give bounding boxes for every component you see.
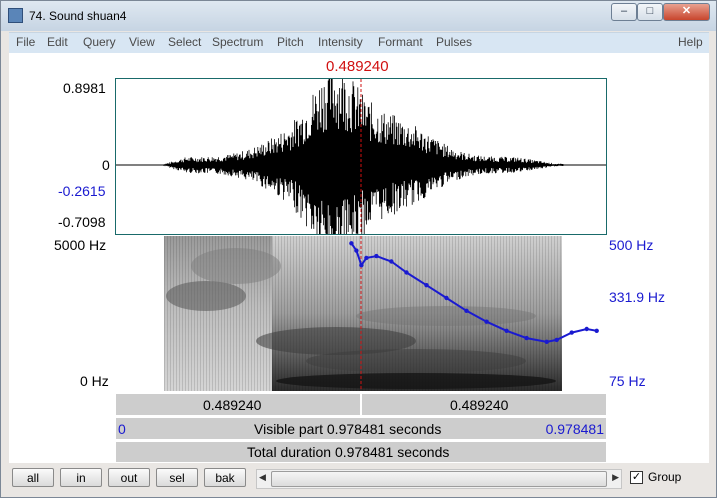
waveform-ymax: 0.8981 — [63, 80, 106, 96]
pitch-point — [584, 326, 589, 332]
scroll-left-icon[interactable]: ◀ — [259, 472, 266, 483]
visible-start: 0 — [118, 421, 126, 437]
visible-part-bar[interactable]: 0 Visible part 0.978481 seconds 0.978481 — [115, 417, 607, 440]
visible-end: 0.978481 — [545, 421, 604, 437]
all-button[interactable]: all — [12, 468, 54, 487]
praat-sound-window: 74. Sound shuan4 – □ ✕ File Edit Query V… — [0, 0, 717, 498]
pitch-point — [404, 270, 409, 275]
pitch-point — [374, 253, 379, 259]
pitch-point — [484, 319, 489, 324]
time-bar-left[interactable]: 0.489240 — [115, 393, 361, 416]
waveform-graphic — [116, 79, 606, 234]
menu-view[interactable]: View — [129, 35, 155, 49]
visible-part-text: Visible part 0.978481 seconds — [254, 421, 442, 437]
pitch-max-label: 500 Hz — [609, 237, 654, 253]
pitch-point — [354, 248, 359, 253]
spectrogram-freq-min: 0 Hz — [80, 373, 109, 389]
pitch-point — [349, 241, 354, 246]
pitch-point — [364, 255, 369, 261]
minimize-button[interactable]: – — [611, 3, 637, 21]
spectrogram-graphic — [164, 236, 599, 391]
menu-pulses[interactable]: Pulses — [436, 35, 472, 49]
pitch-point — [359, 263, 364, 268]
bak-button[interactable]: bak — [204, 468, 246, 487]
pitch-point — [424, 283, 429, 288]
pitch-min-label: 75 Hz — [609, 373, 646, 389]
time-bar-right-value: 0.489240 — [450, 397, 509, 413]
pitch-point — [464, 308, 469, 313]
group-label: Group — [648, 470, 682, 484]
title-bar[interactable]: 74. Sound shuan4 – □ ✕ — [1, 1, 716, 31]
waveform-trace — [161, 79, 564, 234]
time-scrollbar[interactable]: ◀ ▶ — [256, 469, 622, 489]
pitch-point — [569, 330, 574, 335]
menu-help[interactable]: Help — [678, 35, 703, 49]
in-button[interactable]: in — [60, 468, 102, 487]
spectrogram-body — [164, 236, 562, 391]
time-bar-right[interactable]: 0.489240 — [361, 393, 607, 416]
menu-bar: File Edit Query View Select Spectrum Pit… — [9, 32, 709, 54]
waveform-zero: 0 — [102, 157, 110, 173]
sel-button[interactable]: sel — [156, 468, 198, 487]
group-checkbox[interactable]: ✓ — [630, 471, 643, 484]
menu-formant[interactable]: Formant — [378, 35, 423, 49]
waveform-cursor-value: -0.2615 — [58, 183, 106, 199]
total-duration-text: Total duration 0.978481 seconds — [247, 444, 450, 460]
pitch-point — [594, 328, 599, 333]
pitch-point — [504, 328, 509, 333]
close-button[interactable]: ✕ — [663, 3, 710, 21]
pitch-cursor-label: 331.9 Hz — [609, 289, 666, 305]
menu-file[interactable]: File — [16, 35, 35, 49]
menu-query[interactable]: Query — [83, 35, 116, 49]
pitch-point — [554, 337, 559, 343]
out-button[interactable]: out — [108, 468, 150, 487]
menu-intensity[interactable]: Intensity — [318, 35, 363, 49]
waveform-ymin: -0.7098 — [58, 214, 106, 230]
pitch-point — [544, 339, 549, 344]
spectrogram-panel[interactable] — [115, 235, 607, 392]
app-icon — [8, 8, 23, 23]
menu-spectrum[interactable]: Spectrum — [212, 35, 263, 49]
time-bar-left-value: 0.489240 — [203, 397, 262, 413]
total-duration-bar[interactable]: Total duration 0.978481 seconds — [115, 441, 607, 463]
pitch-point — [524, 335, 529, 341]
waveform-panel[interactable] — [115, 78, 607, 235]
maximize-button[interactable]: □ — [637, 3, 663, 21]
scroll-thumb[interactable] — [271, 471, 607, 487]
pitch-point — [389, 259, 394, 264]
spectrogram-freq-max: 5000 Hz — [54, 237, 107, 253]
cursor-time-label: 0.489240 — [326, 58, 389, 75]
menu-pitch[interactable]: Pitch — [277, 35, 304, 49]
menu-edit[interactable]: Edit — [47, 35, 68, 49]
menu-select[interactable]: Select — [168, 35, 201, 49]
window-title: 74. Sound shuan4 — [29, 9, 127, 23]
pitch-point — [444, 295, 449, 301]
bottom-controls: all in out sel bak ◀ ▶ ✓ Group — [1, 465, 716, 497]
scroll-right-icon[interactable]: ▶ — [612, 472, 619, 483]
